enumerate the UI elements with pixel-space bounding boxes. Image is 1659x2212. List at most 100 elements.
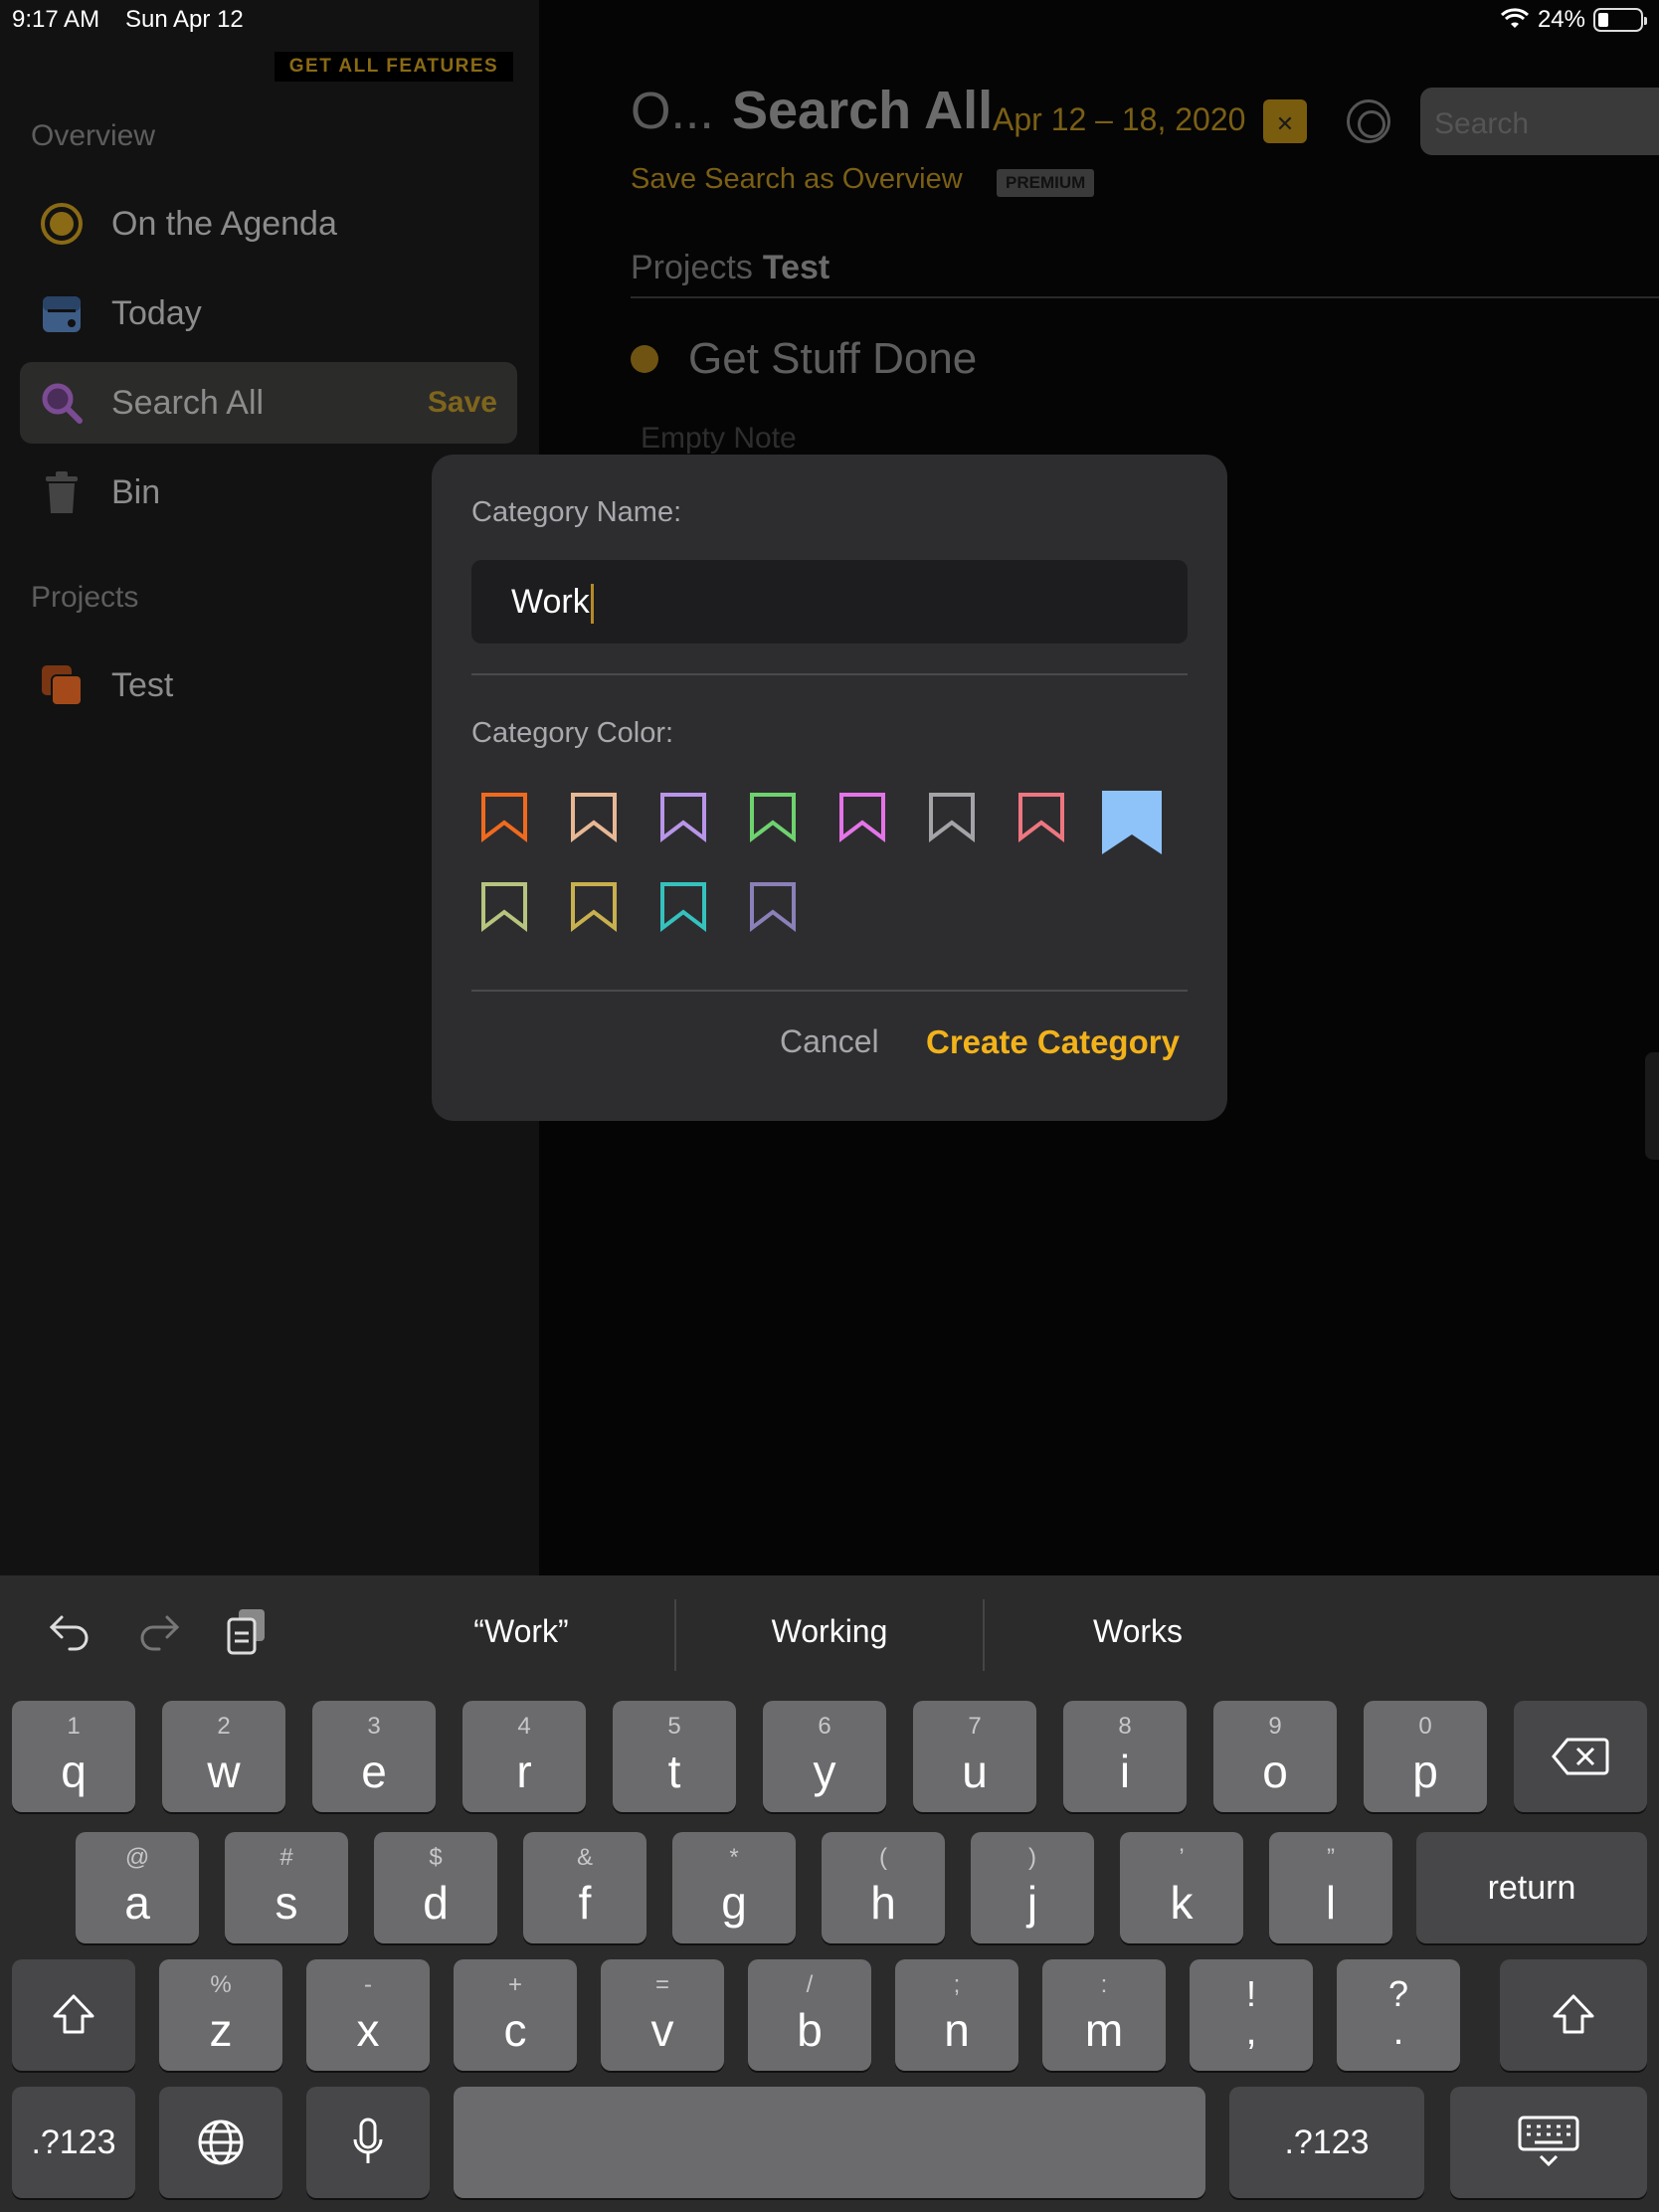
color-swatch[interactable] <box>748 789 800 858</box>
key-i[interactable]: 8i <box>1063 1701 1187 1812</box>
key-k[interactable]: ’ k <box>1120 1832 1243 1943</box>
key-g[interactable]: * g <box>672 1832 796 1943</box>
key-secondary-label: ( <box>879 1844 887 1871</box>
key-numbers-label: .?123 <box>31 2122 116 2161</box>
key-primary-label: p <box>1412 1746 1438 1797</box>
color-swatch[interactable] <box>658 789 710 858</box>
key-j[interactable]: ) j <box>971 1832 1094 1943</box>
key-secondary-label: - <box>364 1971 372 1998</box>
key-secondary-label: 2 <box>217 1713 231 1740</box>
date-range[interactable]: Apr 12 – 18, 2020 <box>993 101 1245 138</box>
entry-title[interactable]: Get Stuff Done <box>688 334 977 384</box>
clipboard-paste-icon[interactable] <box>223 1607 271 1655</box>
color-swatch[interactable] <box>569 878 621 948</box>
key-z[interactable]: % z <box>159 1959 282 2071</box>
key-o[interactable]: 9o <box>1213 1701 1337 1812</box>
category-name-input[interactable]: Work <box>471 560 1188 644</box>
key-x[interactable]: -x <box>306 1959 430 2071</box>
bookmark-icon <box>481 882 527 933</box>
entry-note[interactable]: Empty Note <box>641 422 797 456</box>
suggestion-2[interactable]: Working <box>680 1613 979 1650</box>
sidebar-item-today[interactable]: Today <box>20 273 517 354</box>
keyboard-dismiss-icon <box>1450 2087 1647 2198</box>
calendar-clear-button[interactable]: ✕ <box>1263 99 1307 143</box>
color-swatch[interactable] <box>479 878 531 948</box>
color-swatch[interactable] <box>658 878 710 948</box>
key-primary-label: n <box>944 2004 970 2056</box>
key-h[interactable]: (h <box>822 1832 945 1943</box>
key-backspace[interactable] <box>1514 1701 1647 1812</box>
key-period[interactable]: ?. <box>1337 1959 1460 2071</box>
key-b[interactable]: / b <box>748 1959 871 2071</box>
key-u[interactable]: 7u <box>913 1701 1036 1812</box>
key-m[interactable]: :m <box>1042 1959 1166 2071</box>
key-primary-label: h <box>870 1877 896 1929</box>
color-swatch[interactable] <box>837 789 889 858</box>
redo-icon[interactable] <box>135 1607 183 1655</box>
color-swatch[interactable] <box>479 789 531 858</box>
key-secondary-label: 7 <box>968 1713 982 1740</box>
key-secondary-label: 9 <box>1268 1713 1282 1740</box>
key-secondary-label: $ <box>429 1844 443 1871</box>
overview-title-truncated[interactable]: O... <box>631 82 714 141</box>
key-numbers-left[interactable]: .?123 <box>12 2087 135 2198</box>
key-dictation[interactable] <box>306 2087 430 2198</box>
premium-badge: PREMIUM <box>997 169 1095 197</box>
color-swatch[interactable] <box>1102 789 1162 858</box>
key-n[interactable]: ; n <box>895 1959 1018 2071</box>
key-globe[interactable] <box>159 2087 282 2198</box>
color-swatch[interactable] <box>748 878 800 948</box>
key-shift-left[interactable] <box>12 1959 135 2071</box>
color-swatch[interactable] <box>569 789 621 858</box>
key-numbers-right[interactable]: .?123 <box>1229 2087 1424 2198</box>
key-s[interactable]: # s <box>225 1832 348 1943</box>
drawer-handle[interactable] <box>1645 1052 1659 1160</box>
key-p[interactable]: 0p <box>1364 1701 1487 1812</box>
key-space[interactable] <box>454 2087 1205 2198</box>
key-primary-label: z <box>209 2004 233 2056</box>
key-a[interactable]: @ a <box>76 1832 199 1943</box>
key-c[interactable]: + c <box>454 1959 577 2071</box>
sidebar-item-on-the-agenda[interactable]: On the Agenda <box>20 183 517 265</box>
get-all-features-button[interactable]: GET ALL FEATURES <box>275 52 513 82</box>
cancel-button[interactable]: Cancel <box>780 1023 879 1060</box>
key-shift-right[interactable] <box>1500 1959 1647 2071</box>
key-secondary-label: 5 <box>667 1713 681 1740</box>
key-q[interactable]: 1q <box>12 1701 135 1812</box>
key-t[interactable]: 5t <box>613 1701 736 1812</box>
key-dismiss-keyboard[interactable] <box>1450 2087 1647 2198</box>
key-d[interactable]: $ d <box>374 1832 497 1943</box>
key-primary-label: o <box>1262 1746 1288 1797</box>
breadcrumb-parent[interactable]: Projects <box>631 249 753 286</box>
breadcrumb-current[interactable]: Test <box>763 249 830 286</box>
key-l[interactable]: ” l <box>1269 1832 1392 1943</box>
battery-icon <box>1593 8 1647 32</box>
entry-row[interactable]: Get Stuff Done <box>631 334 977 384</box>
save-search-button[interactable]: Save <box>428 386 497 420</box>
key-return[interactable]: return <box>1416 1832 1647 1943</box>
create-category-button[interactable]: Create Category <box>926 1023 1180 1061</box>
key-f[interactable]: & f <box>523 1832 646 1943</box>
key-w[interactable]: 2w <box>162 1701 285 1812</box>
microphone-icon <box>306 2087 430 2198</box>
sidebar-item-label: Search All <box>111 383 265 422</box>
color-swatch[interactable] <box>1016 789 1068 858</box>
color-swatch[interactable] <box>927 789 979 858</box>
key-primary-label: c <box>503 2004 527 2056</box>
suggestion-1[interactable]: “Work” <box>372 1613 670 1650</box>
key-secondary-label: / <box>806 1971 814 1998</box>
sidebar-item-search-all[interactable]: Search All Save <box>20 362 517 444</box>
key-r[interactable]: 4r <box>462 1701 586 1812</box>
agenda-toggle-button[interactable] <box>1347 99 1390 143</box>
key-secondary-label: @ <box>124 1844 150 1871</box>
key-primary-label: t <box>667 1746 681 1797</box>
key-e[interactable]: 3e <box>312 1701 436 1812</box>
sidebar-item-label: Test <box>111 665 174 704</box>
save-search-as-overview-link[interactable]: Save Search as Overview <box>631 163 963 196</box>
key-y[interactable]: 6y <box>763 1701 886 1812</box>
key-v[interactable]: = v <box>601 1959 724 2071</box>
search-input[interactable]: Search <box>1420 88 1659 155</box>
suggestion-3[interactable]: Works <box>989 1613 1287 1650</box>
key-comma[interactable]: !, <box>1190 1959 1313 2071</box>
undo-icon[interactable] <box>46 1607 93 1655</box>
